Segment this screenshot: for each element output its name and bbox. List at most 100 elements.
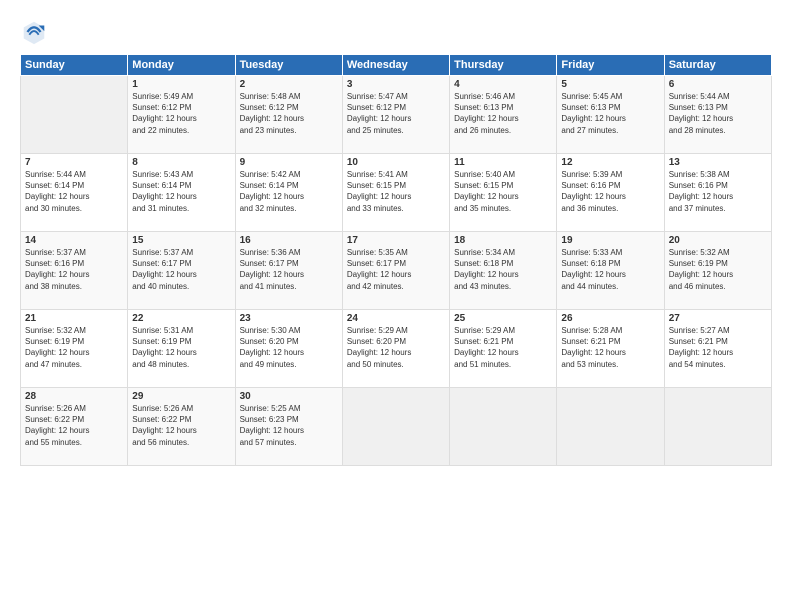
header-cell-thursday: Thursday: [450, 55, 557, 76]
day-cell: 22Sunrise: 5:31 AM Sunset: 6:19 PM Dayli…: [128, 310, 235, 388]
day-number: 11: [454, 157, 552, 168]
day-info: Sunrise: 5:29 AM Sunset: 6:21 PM Dayligh…: [454, 325, 552, 370]
day-cell: 9Sunrise: 5:42 AM Sunset: 6:14 PM Daylig…: [235, 154, 342, 232]
day-number: 16: [240, 235, 338, 246]
day-cell: 21Sunrise: 5:32 AM Sunset: 6:19 PM Dayli…: [21, 310, 128, 388]
day-cell: 23Sunrise: 5:30 AM Sunset: 6:20 PM Dayli…: [235, 310, 342, 388]
day-number: 30: [240, 391, 338, 402]
day-info: Sunrise: 5:32 AM Sunset: 6:19 PM Dayligh…: [669, 247, 767, 292]
day-info: Sunrise: 5:45 AM Sunset: 6:13 PM Dayligh…: [561, 91, 659, 136]
day-cell: 1Sunrise: 5:49 AM Sunset: 6:12 PM Daylig…: [128, 76, 235, 154]
day-number: 7: [25, 157, 123, 168]
day-cell: [450, 388, 557, 466]
day-cell: 13Sunrise: 5:38 AM Sunset: 6:16 PM Dayli…: [664, 154, 771, 232]
day-number: 15: [132, 235, 230, 246]
day-number: 3: [347, 79, 445, 90]
day-info: Sunrise: 5:44 AM Sunset: 6:13 PM Dayligh…: [669, 91, 767, 136]
day-info: Sunrise: 5:37 AM Sunset: 6:16 PM Dayligh…: [25, 247, 123, 292]
day-cell: 5Sunrise: 5:45 AM Sunset: 6:13 PM Daylig…: [557, 76, 664, 154]
day-number: 25: [454, 313, 552, 324]
day-cell: 18Sunrise: 5:34 AM Sunset: 6:18 PM Dayli…: [450, 232, 557, 310]
day-number: 1: [132, 79, 230, 90]
day-info: Sunrise: 5:49 AM Sunset: 6:12 PM Dayligh…: [132, 91, 230, 136]
day-info: Sunrise: 5:43 AM Sunset: 6:14 PM Dayligh…: [132, 169, 230, 214]
header-row: SundayMondayTuesdayWednesdayThursdayFrid…: [21, 55, 772, 76]
header-cell-wednesday: Wednesday: [342, 55, 449, 76]
day-number: 26: [561, 313, 659, 324]
day-number: 6: [669, 79, 767, 90]
day-cell: 24Sunrise: 5:29 AM Sunset: 6:20 PM Dayli…: [342, 310, 449, 388]
day-info: Sunrise: 5:46 AM Sunset: 6:13 PM Dayligh…: [454, 91, 552, 136]
day-number: 4: [454, 79, 552, 90]
day-info: Sunrise: 5:41 AM Sunset: 6:15 PM Dayligh…: [347, 169, 445, 214]
day-number: 28: [25, 391, 123, 402]
day-info: Sunrise: 5:33 AM Sunset: 6:18 PM Dayligh…: [561, 247, 659, 292]
day-cell: 27Sunrise: 5:27 AM Sunset: 6:21 PM Dayli…: [664, 310, 771, 388]
day-number: 21: [25, 313, 123, 324]
week-row-3: 21Sunrise: 5:32 AM Sunset: 6:19 PM Dayli…: [21, 310, 772, 388]
day-cell: 28Sunrise: 5:26 AM Sunset: 6:22 PM Dayli…: [21, 388, 128, 466]
day-number: 12: [561, 157, 659, 168]
day-number: 17: [347, 235, 445, 246]
day-info: Sunrise: 5:40 AM Sunset: 6:15 PM Dayligh…: [454, 169, 552, 214]
header-cell-sunday: Sunday: [21, 55, 128, 76]
page: SundayMondayTuesdayWednesdayThursdayFrid…: [0, 0, 792, 612]
day-cell: 11Sunrise: 5:40 AM Sunset: 6:15 PM Dayli…: [450, 154, 557, 232]
day-cell: 30Sunrise: 5:25 AM Sunset: 6:23 PM Dayli…: [235, 388, 342, 466]
day-info: Sunrise: 5:37 AM Sunset: 6:17 PM Dayligh…: [132, 247, 230, 292]
day-cell: 20Sunrise: 5:32 AM Sunset: 6:19 PM Dayli…: [664, 232, 771, 310]
day-number: 2: [240, 79, 338, 90]
day-cell: 29Sunrise: 5:26 AM Sunset: 6:22 PM Dayli…: [128, 388, 235, 466]
day-info: Sunrise: 5:30 AM Sunset: 6:20 PM Dayligh…: [240, 325, 338, 370]
week-row-1: 7Sunrise: 5:44 AM Sunset: 6:14 PM Daylig…: [21, 154, 772, 232]
day-number: 29: [132, 391, 230, 402]
day-number: 9: [240, 157, 338, 168]
day-info: Sunrise: 5:31 AM Sunset: 6:19 PM Dayligh…: [132, 325, 230, 370]
day-info: Sunrise: 5:47 AM Sunset: 6:12 PM Dayligh…: [347, 91, 445, 136]
day-cell: 6Sunrise: 5:44 AM Sunset: 6:13 PM Daylig…: [664, 76, 771, 154]
day-cell: 15Sunrise: 5:37 AM Sunset: 6:17 PM Dayli…: [128, 232, 235, 310]
day-info: Sunrise: 5:32 AM Sunset: 6:19 PM Dayligh…: [25, 325, 123, 370]
day-info: Sunrise: 5:42 AM Sunset: 6:14 PM Dayligh…: [240, 169, 338, 214]
week-row-2: 14Sunrise: 5:37 AM Sunset: 6:16 PM Dayli…: [21, 232, 772, 310]
week-row-0: 1Sunrise: 5:49 AM Sunset: 6:12 PM Daylig…: [21, 76, 772, 154]
day-info: Sunrise: 5:26 AM Sunset: 6:22 PM Dayligh…: [132, 403, 230, 448]
day-info: Sunrise: 5:25 AM Sunset: 6:23 PM Dayligh…: [240, 403, 338, 448]
logo-icon: [20, 18, 48, 46]
logo: [20, 18, 50, 46]
header-cell-tuesday: Tuesday: [235, 55, 342, 76]
day-number: 23: [240, 313, 338, 324]
day-info: Sunrise: 5:39 AM Sunset: 6:16 PM Dayligh…: [561, 169, 659, 214]
day-number: 10: [347, 157, 445, 168]
day-info: Sunrise: 5:34 AM Sunset: 6:18 PM Dayligh…: [454, 247, 552, 292]
calendar-table: SundayMondayTuesdayWednesdayThursdayFrid…: [20, 54, 772, 466]
day-number: 14: [25, 235, 123, 246]
day-number: 19: [561, 235, 659, 246]
day-number: 13: [669, 157, 767, 168]
day-info: Sunrise: 5:44 AM Sunset: 6:14 PM Dayligh…: [25, 169, 123, 214]
day-info: Sunrise: 5:27 AM Sunset: 6:21 PM Dayligh…: [669, 325, 767, 370]
day-number: 8: [132, 157, 230, 168]
day-cell: 25Sunrise: 5:29 AM Sunset: 6:21 PM Dayli…: [450, 310, 557, 388]
day-cell: 7Sunrise: 5:44 AM Sunset: 6:14 PM Daylig…: [21, 154, 128, 232]
day-cell: 10Sunrise: 5:41 AM Sunset: 6:15 PM Dayli…: [342, 154, 449, 232]
week-row-4: 28Sunrise: 5:26 AM Sunset: 6:22 PM Dayli…: [21, 388, 772, 466]
day-cell: [21, 76, 128, 154]
day-cell: 16Sunrise: 5:36 AM Sunset: 6:17 PM Dayli…: [235, 232, 342, 310]
header-cell-monday: Monday: [128, 55, 235, 76]
day-cell: [342, 388, 449, 466]
day-info: Sunrise: 5:26 AM Sunset: 6:22 PM Dayligh…: [25, 403, 123, 448]
day-number: 5: [561, 79, 659, 90]
day-info: Sunrise: 5:28 AM Sunset: 6:21 PM Dayligh…: [561, 325, 659, 370]
day-info: Sunrise: 5:36 AM Sunset: 6:17 PM Dayligh…: [240, 247, 338, 292]
day-info: Sunrise: 5:48 AM Sunset: 6:12 PM Dayligh…: [240, 91, 338, 136]
day-cell: 12Sunrise: 5:39 AM Sunset: 6:16 PM Dayli…: [557, 154, 664, 232]
day-cell: 3Sunrise: 5:47 AM Sunset: 6:12 PM Daylig…: [342, 76, 449, 154]
day-cell: 14Sunrise: 5:37 AM Sunset: 6:16 PM Dayli…: [21, 232, 128, 310]
day-cell: 2Sunrise: 5:48 AM Sunset: 6:12 PM Daylig…: [235, 76, 342, 154]
header-cell-saturday: Saturday: [664, 55, 771, 76]
header-cell-friday: Friday: [557, 55, 664, 76]
day-cell: 8Sunrise: 5:43 AM Sunset: 6:14 PM Daylig…: [128, 154, 235, 232]
day-info: Sunrise: 5:29 AM Sunset: 6:20 PM Dayligh…: [347, 325, 445, 370]
day-number: 22: [132, 313, 230, 324]
